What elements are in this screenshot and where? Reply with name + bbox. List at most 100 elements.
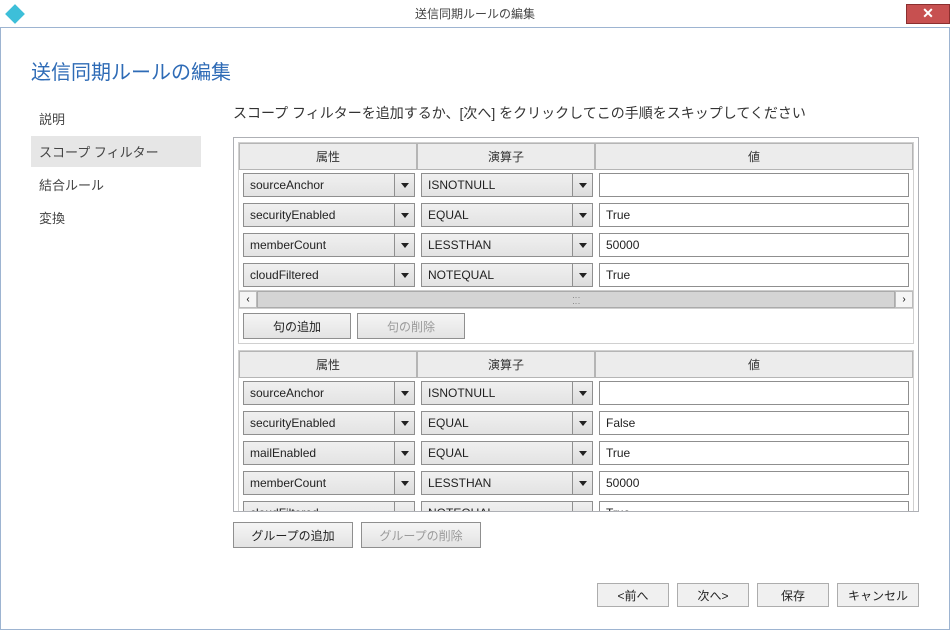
chevron-down-icon[interactable]: [394, 412, 414, 434]
attribute-combo[interactable]: securityEnabled: [243, 411, 415, 435]
column-header-operator: 演算子: [417, 143, 595, 170]
operator-combo[interactable]: LESSTHAN: [421, 471, 593, 495]
attribute-combo-text: mailEnabled: [250, 446, 394, 460]
value-input[interactable]: [599, 471, 909, 495]
operator-combo[interactable]: NOTEQUAL: [421, 501, 593, 511]
chevron-down-icon[interactable]: [572, 382, 592, 404]
operator-combo[interactable]: NOTEQUAL: [421, 263, 593, 287]
chevron-down-icon[interactable]: [394, 204, 414, 226]
chevron-down-icon[interactable]: [572, 264, 592, 286]
title-bar: 送信同期ルールの編集 ✕: [0, 0, 950, 28]
value-input[interactable]: [599, 233, 909, 257]
operator-combo[interactable]: ISNOTNULL: [421, 173, 593, 197]
filter-row: sourceAnchorISNOTNULL: [239, 378, 913, 408]
value-input[interactable]: [599, 411, 909, 435]
window-title: 送信同期ルールの編集: [0, 5, 950, 22]
clause-buttons: 句の追加句の削除: [239, 308, 913, 343]
attribute-combo[interactable]: sourceAnchor: [243, 173, 415, 197]
chevron-down-icon[interactable]: [394, 264, 414, 286]
attribute-combo[interactable]: memberCount: [243, 471, 415, 495]
chevron-down-icon[interactable]: [394, 442, 414, 464]
footer-buttons: <前へ 次へ> 保存 キャンセル: [597, 583, 919, 607]
chevron-down-icon[interactable]: [394, 502, 414, 511]
add-clause-button[interactable]: 句の追加: [243, 313, 351, 339]
scroll-thumb[interactable]: [257, 291, 895, 308]
chevron-down-icon[interactable]: [572, 412, 592, 434]
groups-list[interactable]: 属性演算子値sourceAnchorISNOTNULLsecurityEnabl…: [234, 138, 918, 511]
attribute-combo-text: cloudFiltered: [250, 268, 394, 282]
chevron-down-icon[interactable]: [572, 502, 592, 511]
column-header-value: 値: [595, 143, 913, 170]
wizard-step-0[interactable]: 説明: [31, 103, 201, 134]
save-button[interactable]: 保存: [757, 583, 829, 607]
filter-row: sourceAnchor ISNOTNULL: [239, 170, 913, 200]
operator-combo-text: EQUAL: [428, 416, 572, 430]
page-heading: 送信同期ルールの編集: [1, 28, 949, 103]
value-input[interactable]: [599, 173, 909, 197]
value-input[interactable]: [599, 501, 909, 511]
operator-combo-text: NOTEQUAL: [428, 268, 572, 282]
attribute-combo[interactable]: cloudFiltered: [243, 263, 415, 287]
chevron-down-icon[interactable]: [572, 472, 592, 494]
app-icon: [5, 4, 25, 24]
operator-combo[interactable]: EQUAL: [421, 203, 593, 227]
operator-combo-text: EQUAL: [428, 208, 572, 222]
attribute-combo[interactable]: memberCount: [243, 233, 415, 257]
wizard-step-1[interactable]: スコープ フィルター: [31, 136, 201, 167]
filter-group: 属性演算子値sourceAnchorISNOTNULLsecurityEnabl…: [238, 350, 914, 511]
operator-combo[interactable]: EQUAL: [421, 411, 593, 435]
wizard-step-3[interactable]: 変換: [31, 202, 201, 233]
attribute-combo-text: securityEnabled: [250, 208, 394, 222]
chevron-down-icon[interactable]: [394, 382, 414, 404]
attribute-combo[interactable]: cloudFiltered: [243, 501, 415, 511]
scroll-right-button[interactable]: ›: [895, 291, 913, 308]
operator-combo-text: ISNOTNULL: [428, 178, 572, 192]
scope-filter-panel: 属性演算子値sourceAnchorISNOTNULLsecurityEnabl…: [233, 137, 919, 512]
grid-header: 属性演算子値: [239, 351, 913, 378]
column-header-attribute: 属性: [239, 351, 417, 378]
operator-combo[interactable]: ISNOTNULL: [421, 381, 593, 405]
attribute-combo[interactable]: sourceAnchor: [243, 381, 415, 405]
remove-group-button[interactable]: グループの削除: [361, 522, 481, 548]
operator-combo[interactable]: EQUAL: [421, 441, 593, 465]
prev-button[interactable]: <前へ: [597, 583, 669, 607]
wizard-step-2[interactable]: 結合ルール: [31, 169, 201, 200]
next-button[interactable]: 次へ>: [677, 583, 749, 607]
filter-group: 属性演算子値 sourceAnchor ISNOTNULL securityEnabl…: [238, 142, 914, 344]
horizontal-scrollbar[interactable]: ‹›: [239, 290, 913, 308]
attribute-combo[interactable]: securityEnabled: [243, 203, 415, 227]
filter-row: memberCount LESSTHAN: [239, 468, 913, 498]
operator-combo[interactable]: LESSTHAN: [421, 233, 593, 257]
chevron-down-icon[interactable]: [394, 174, 414, 196]
attribute-combo-text: memberCount: [250, 476, 394, 490]
chevron-down-icon[interactable]: [572, 234, 592, 256]
chevron-down-icon[interactable]: [394, 234, 414, 256]
filter-row: securityEnabled EQUAL: [239, 408, 913, 438]
filter-row: cloudFiltered NOTEQUAL: [239, 260, 913, 290]
instruction-text: スコープ フィルターを追加するか、[次へ] をクリックしてこの手順をスキップして…: [233, 103, 919, 123]
chevron-down-icon[interactable]: [394, 472, 414, 494]
window-body: 送信同期ルールの編集 説明スコープ フィルター結合ルール変換 スコープ フィルタ…: [0, 28, 950, 630]
attribute-combo-text: cloudFiltered: [250, 506, 394, 511]
value-input[interactable]: [599, 203, 909, 227]
column-header-operator: 演算子: [417, 351, 595, 378]
attribute-combo-text: securityEnabled: [250, 416, 394, 430]
attribute-combo-text: sourceAnchor: [250, 178, 394, 192]
chevron-down-icon[interactable]: [572, 204, 592, 226]
value-input[interactable]: [599, 263, 909, 287]
filter-row: cloudFiltered NOTEQUAL: [239, 498, 913, 511]
grid-header: 属性演算子値: [239, 143, 913, 170]
attribute-combo[interactable]: mailEnabled: [243, 441, 415, 465]
chevron-down-icon[interactable]: [572, 174, 592, 196]
wizard-steps: 説明スコープ フィルター結合ルール変換: [31, 103, 201, 548]
value-input[interactable]: [599, 381, 909, 405]
cancel-button[interactable]: キャンセル: [837, 583, 919, 607]
chevron-down-icon[interactable]: [572, 442, 592, 464]
close-button[interactable]: ✕: [906, 4, 950, 24]
scroll-left-button[interactable]: ‹: [239, 291, 257, 308]
scroll-track[interactable]: [257, 291, 895, 308]
column-header-attribute: 属性: [239, 143, 417, 170]
remove-clause-button[interactable]: 句の削除: [357, 313, 465, 339]
add-group-button[interactable]: グループの追加: [233, 522, 353, 548]
value-input[interactable]: [599, 441, 909, 465]
